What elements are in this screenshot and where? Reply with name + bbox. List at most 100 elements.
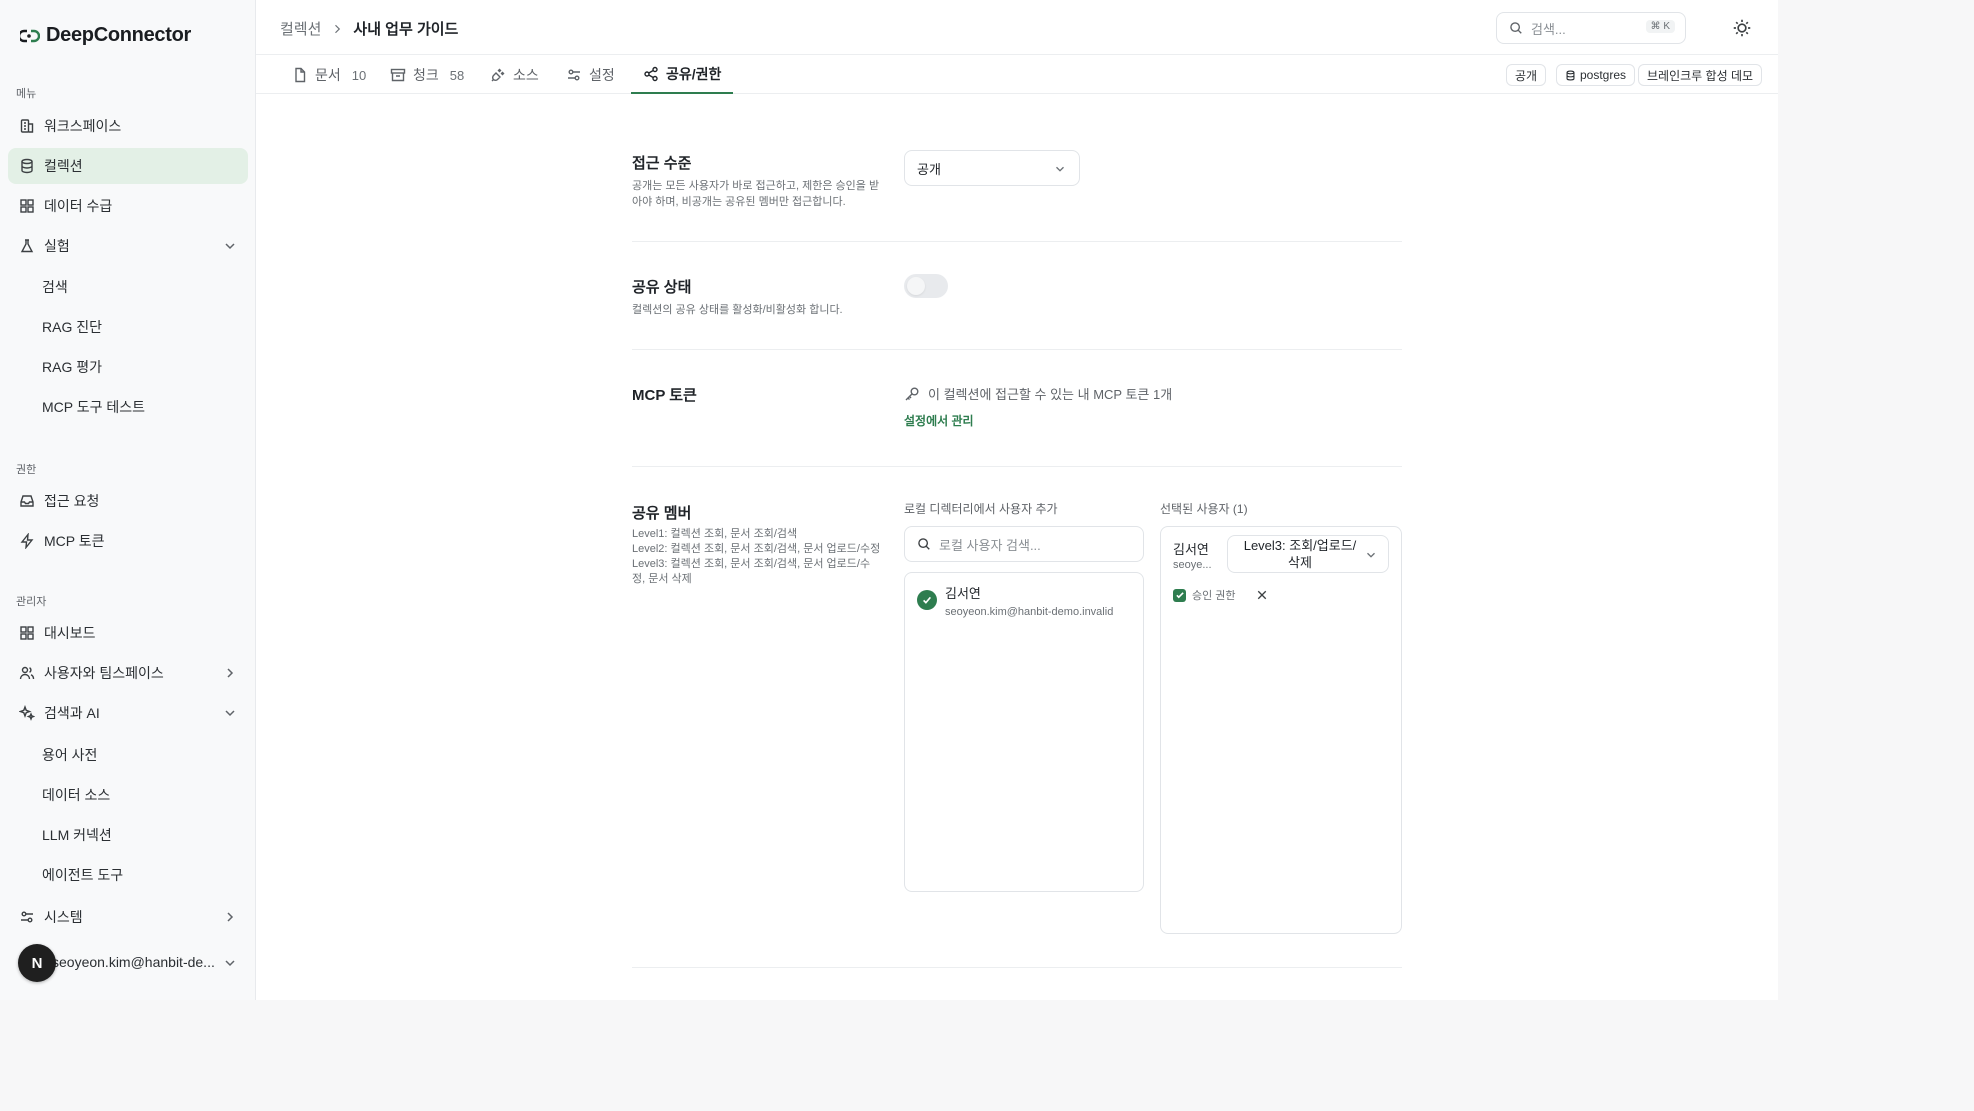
- close-icon[interactable]: [1256, 589, 1268, 601]
- selected-users-label: 선택된 사용자 (1): [1160, 502, 1248, 516]
- database-icon: [1566, 69, 1575, 81]
- section-label-permissions: 권한: [16, 464, 37, 476]
- sidebar-item-experiment[interactable]: 실험: [8, 228, 248, 264]
- sidebar-item-label: 접근 요청: [44, 493, 100, 509]
- approve-permission-row: 승인 권한: [1173, 587, 1268, 603]
- tab-count: 58: [449, 67, 465, 83]
- chevron-right-icon: [227, 912, 234, 922]
- sidebar-subitem-mcp-tool-test[interactable]: MCP 도구 테스트: [42, 397, 145, 417]
- breadcrumb: 컬렉션 사내 업무 가이드: [280, 18, 458, 39]
- sidebar-item-system[interactable]: 시스템: [8, 899, 248, 935]
- sparkles-icon: [18, 704, 36, 722]
- mcp-token-info-text: 이 컬렉션에 접근할 수 있는 내 MCP 토큰 1개: [928, 387, 1173, 402]
- tab-sharing-permissions[interactable]: 공유/권한: [631, 56, 734, 94]
- plug-icon: [491, 68, 505, 82]
- add-users-label: 로컬 디렉터리에서 사용자 추가: [904, 502, 1058, 516]
- chevron-down-icon: [1367, 552, 1375, 558]
- local-user-search-input[interactable]: 로컬 사용자 검색...: [904, 526, 1144, 562]
- sidebar-item-data-ingest[interactable]: 데이터 수급: [8, 188, 248, 224]
- sidebar-subitem-agent-tools[interactable]: 에이전트 도구: [42, 865, 123, 885]
- source-badge: 브레인크루 합성 데모: [1638, 64, 1763, 86]
- tab-count: 10: [351, 67, 367, 83]
- chevron-down-icon: [1056, 166, 1064, 172]
- sidebar-subitem-rag-eval[interactable]: RAG 평가: [42, 357, 102, 377]
- chevron-right-icon: [335, 24, 341, 33]
- app-logo[interactable]: DeepConnector: [20, 24, 191, 47]
- sidebar-item-users-teamspaces[interactable]: 사용자와 팀스페이스: [8, 655, 248, 691]
- grid-icon: [18, 197, 36, 215]
- user-menu[interactable]: N seoyeon.kim@hanbit-de...: [8, 942, 248, 982]
- sidebar-item-access-request[interactable]: 접근 요청: [8, 483, 248, 519]
- database-icon: [18, 157, 36, 175]
- divider: [632, 241, 1402, 242]
- db-badge-label: postgres: [1580, 68, 1627, 82]
- sidebar-subitem-data-source[interactable]: 데이터 소스: [42, 785, 110, 805]
- key-icon: [905, 387, 919, 400]
- manage-in-settings-link[interactable]: 설정에서 관리: [904, 412, 974, 429]
- divider: [632, 466, 1402, 467]
- member-level-desc: Level1: 컬렉션 조회, 문서 조회/검색 Level2: 컬렉션 조회,…: [632, 527, 882, 587]
- tab-label: 문서: [315, 67, 341, 83]
- sidebar-item-label: 검색과 AI: [44, 705, 100, 721]
- access-level-select[interactable]: 공개: [904, 150, 1080, 186]
- sliders-icon: [568, 69, 580, 81]
- building-icon: [18, 117, 36, 135]
- selected-users-panel: 김서연 seoye... Level3: 조회/업로드/삭제 승인 권한: [1160, 526, 1402, 934]
- avatar[interactable]: N: [18, 944, 56, 982]
- permission-level-value: Level3: 조회/업로드/삭제: [1243, 538, 1357, 570]
- chevron-down-icon: [225, 960, 235, 967]
- sidebar-item-search-ai[interactable]: 검색과 AI: [8, 695, 248, 731]
- tab-label: 설정: [589, 67, 615, 83]
- section-label-admin: 관리자: [16, 596, 47, 608]
- breadcrumb-collections[interactable]: 컬렉션: [280, 18, 321, 39]
- topbar: 컬렉션 사내 업무 가이드 검색... ⌘ K: [256, 0, 1778, 55]
- divider: [632, 349, 1402, 350]
- sidebar-subitem-search[interactable]: 검색: [42, 277, 68, 297]
- sidebar-item-label: 사용자와 팀스페이스: [44, 665, 164, 681]
- divider: [632, 967, 1402, 968]
- sidebar-item-label: MCP 토큰: [44, 533, 105, 549]
- tab-label: 청크: [413, 67, 439, 83]
- tab-documents[interactable]: 문서 10: [292, 56, 366, 94]
- user-name: 김서연: [945, 586, 981, 601]
- users-icon: [18, 664, 36, 682]
- section-label-menu: 메뉴: [16, 88, 37, 100]
- sidebar-item-label: 컬렉션: [44, 158, 83, 174]
- archive-icon: [390, 68, 406, 82]
- shortcut-badge: ⌘ K: [1645, 20, 1675, 33]
- main-area: 컬렉션 사내 업무 가이드 검색... ⌘ K 문서 10 청크 58 소스 설…: [256, 0, 1778, 1000]
- mcp-token-info: 이 컬렉션에 접근할 수 있는 내 MCP 토큰 1개: [904, 384, 1172, 403]
- share-status-title: 공유 상태: [632, 279, 692, 296]
- sidebar: DeepConnector 메뉴 워크스페이스 컬렉션 데이터 수급 실험 검색…: [0, 0, 256, 1000]
- sidebar-item-collection[interactable]: 컬렉션: [8, 148, 248, 184]
- share-members-title: 공유 멤버: [632, 505, 692, 522]
- app-window: DeepConnector 메뉴 워크스페이스 컬렉션 데이터 수급 실험 검색…: [0, 0, 1778, 1000]
- mcp-token-title: MCP 토큰: [632, 387, 697, 404]
- global-search-input[interactable]: 검색... ⌘ K: [1496, 12, 1686, 44]
- level2-desc: Level2: 컬렉션 조회, 문서 조회/검색, 문서 업로드/수정: [632, 543, 881, 555]
- list-item[interactable]: 김서연 seoyeon.kim@hanbit-demo.invalid: [917, 583, 1113, 618]
- user-email: seoyeon.kim@hanbit-demo.invalid: [945, 606, 1114, 618]
- sidebar-subitem-glossary[interactable]: 용어 사전: [42, 745, 97, 765]
- sidebar-item-workspace[interactable]: 워크스페이스: [8, 108, 248, 144]
- lightning-icon: [18, 532, 36, 550]
- tab-settings[interactable]: 설정: [566, 56, 615, 94]
- tab-chunks[interactable]: 청크 58: [390, 56, 464, 94]
- sun-icon[interactable]: [1731, 17, 1753, 39]
- sidebar-subitem-rag-diagnosis[interactable]: RAG 진단: [42, 317, 102, 337]
- sidebar-item-mcp-token[interactable]: MCP 토큰: [8, 523, 248, 559]
- sidebar-subitem-llm-connection[interactable]: LLM 커넥션: [42, 825, 112, 845]
- dashboard-icon: [18, 624, 36, 642]
- tab-label: 공유/권한: [666, 66, 722, 82]
- directory-user-list: 김서연 seoyeon.kim@hanbit-demo.invalid: [904, 572, 1144, 892]
- tab-bar: 문서 10 청크 58 소스 설정 공유/권한 공개 postgres 브레인크…: [256, 56, 1778, 94]
- permission-level-select[interactable]: Level3: 조회/업로드/삭제: [1227, 535, 1389, 573]
- share-status-toggle[interactable]: [904, 274, 948, 298]
- db-badge: postgres: [1556, 64, 1636, 86]
- tab-sources[interactable]: 소스: [490, 56, 539, 94]
- search-icon: [918, 538, 930, 550]
- selected-user-name: 김서연: [1173, 542, 1209, 557]
- approve-checkbox[interactable]: [1173, 588, 1186, 602]
- local-user-search-placeholder: 로컬 사용자 검색...: [939, 537, 1041, 553]
- sidebar-item-dashboard[interactable]: 대시보드: [8, 615, 248, 651]
